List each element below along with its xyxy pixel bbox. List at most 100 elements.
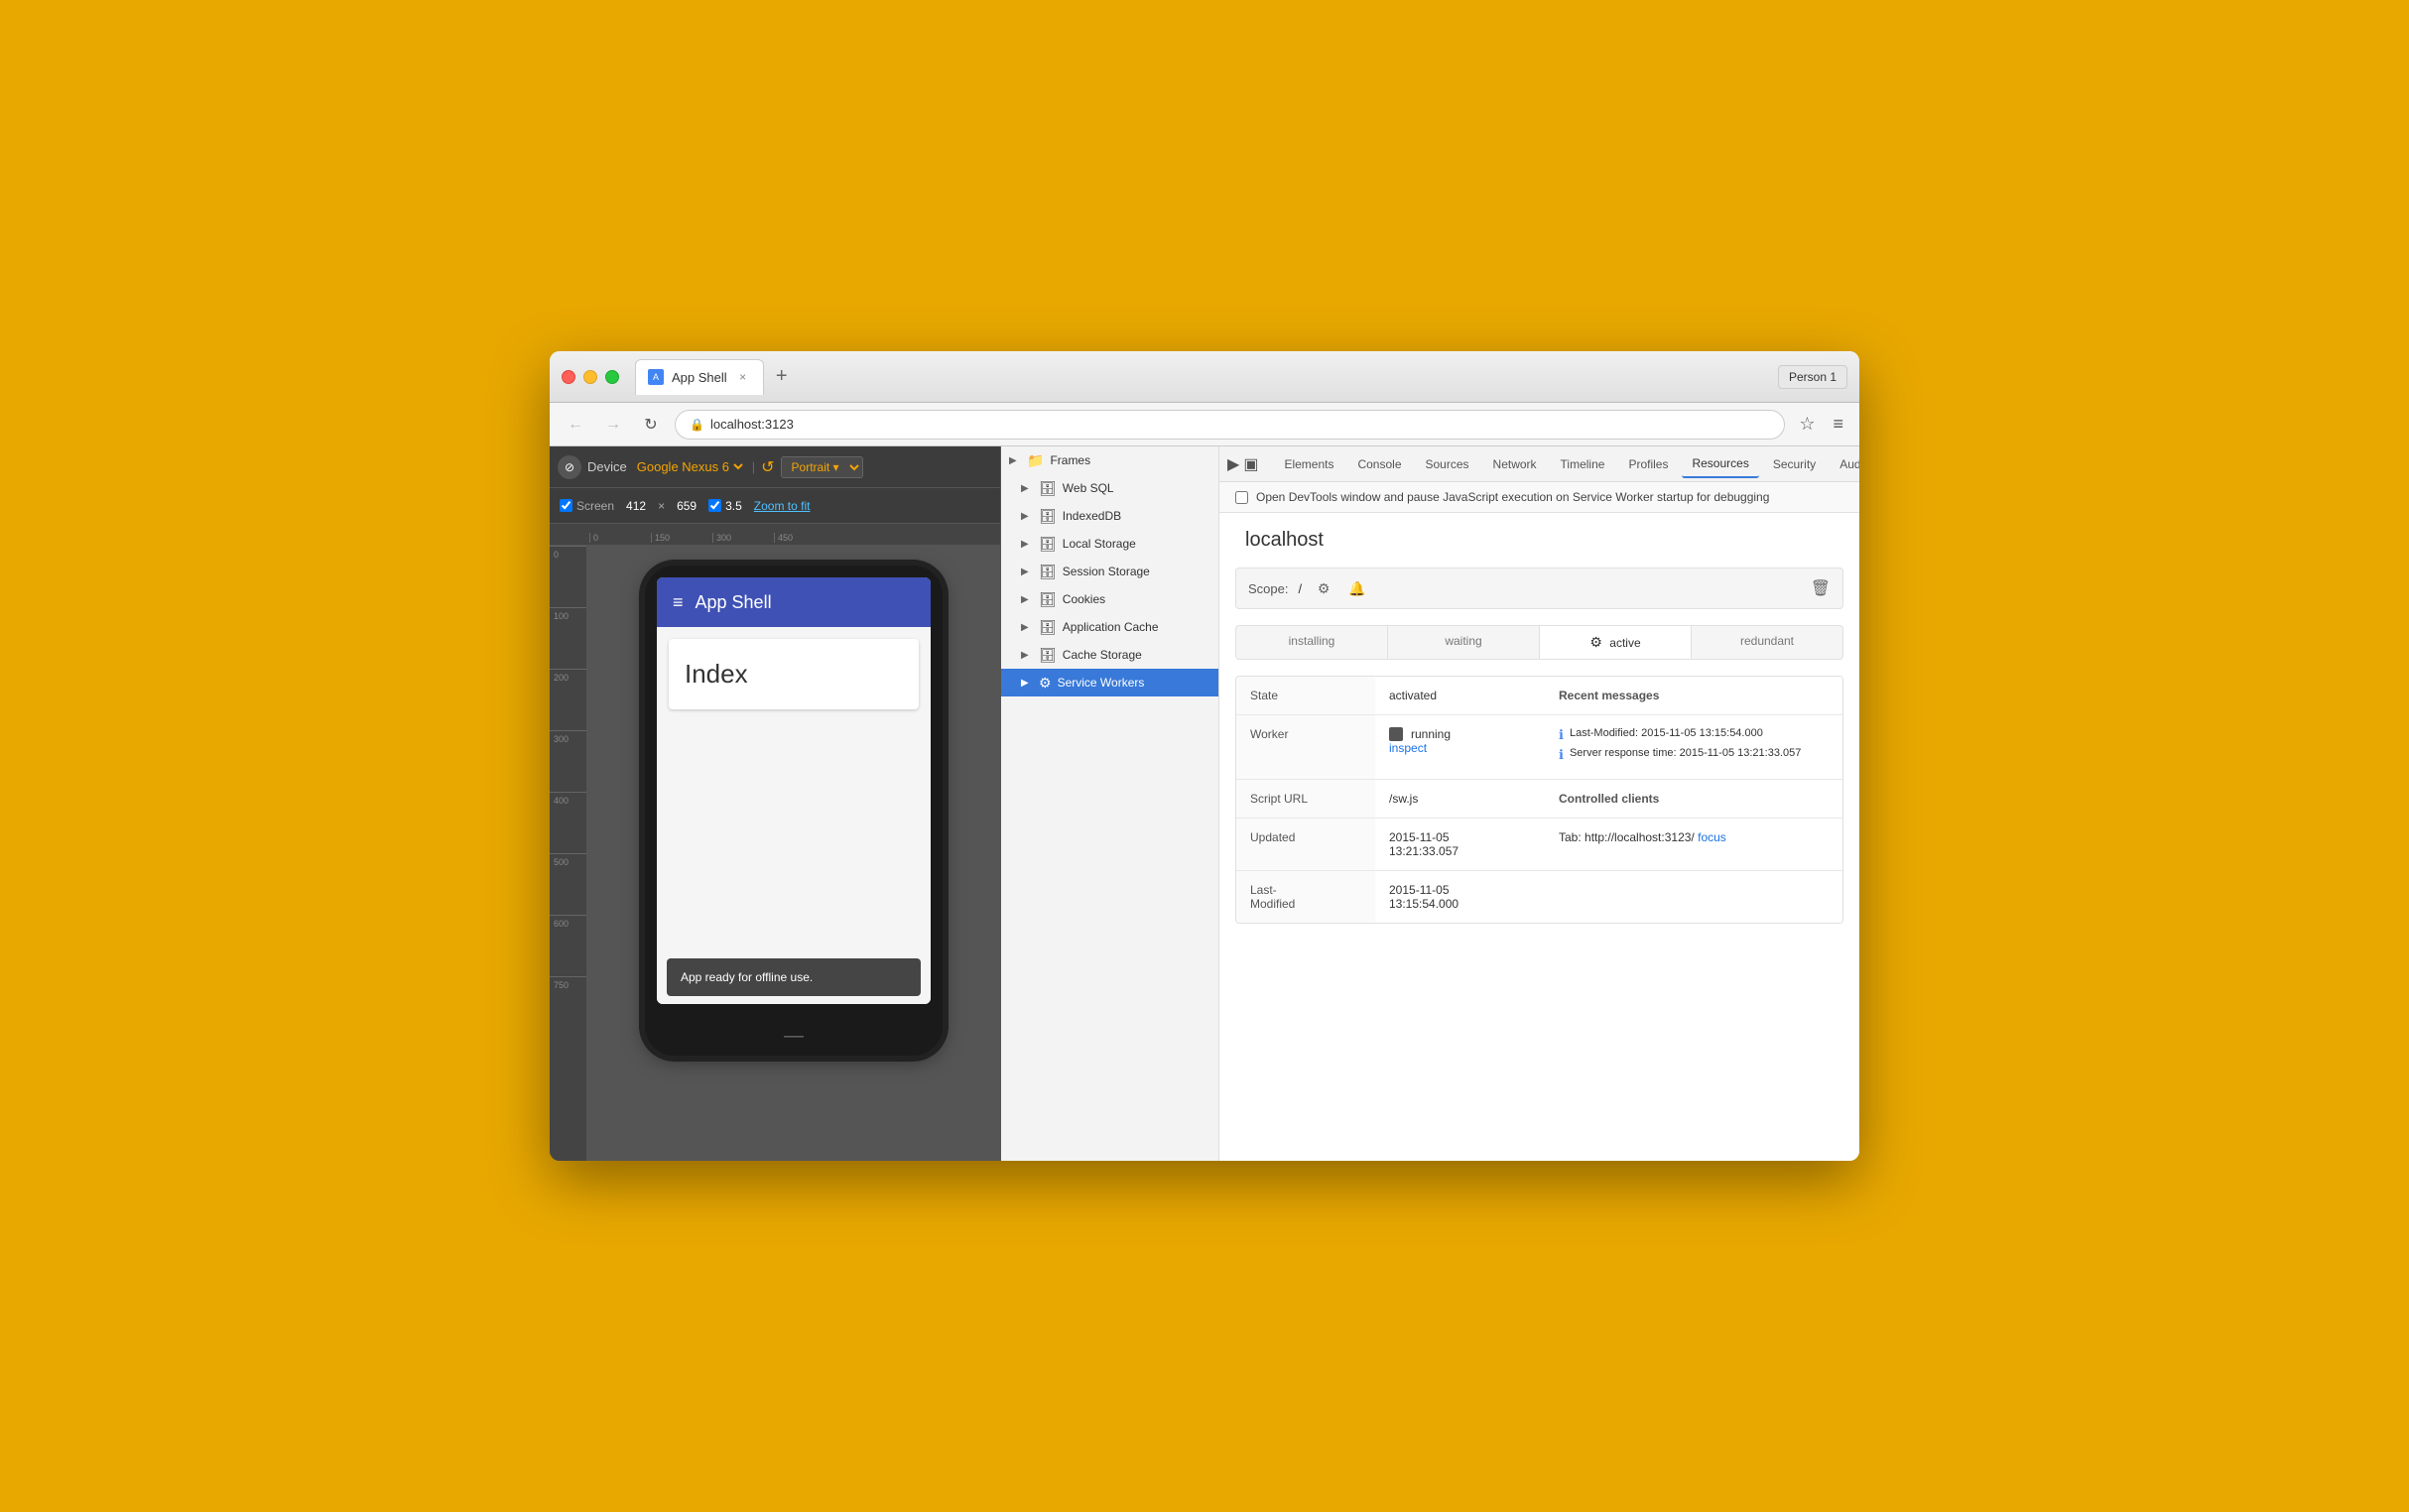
tab-resources[interactable]: Resources [1682,450,1758,478]
app-content: Index [657,627,931,1004]
tab-area: A App Shell × + [635,359,1778,395]
tab-timeline[interactable]: Timeline [1551,450,1615,478]
message-line-2: ℹ Server response time: 2015-11-05 13:21… [1559,747,1829,763]
toast-text: App ready for offline use. [681,970,813,984]
service-workers-label: Service Workers [1058,676,1145,690]
sidebar-item-cookies[interactable]: ▶ 🗄 Cookies [1001,585,1218,613]
expand-arrow-service-workers: ▶ [1021,678,1033,689]
sw-debug-checkbox[interactable] [1235,491,1248,504]
sw-settings-icon[interactable]: ⚙ [1312,576,1335,600]
tab-elements[interactable]: Elements [1274,450,1343,478]
sw-tab-active[interactable]: ⚙ active [1540,626,1692,659]
zoom-checkbox[interactable] [708,499,721,512]
sw-debug-label: Open DevTools window and pause JavaScrip… [1256,490,1769,504]
worker-inspect-link[interactable]: inspect [1389,741,1427,755]
zoom-to-fit-button[interactable]: Zoom to fit [754,499,811,513]
scope-value: / [1298,581,1302,596]
back-button[interactable]: ← [562,411,589,439]
indexeddb-label: IndexedDB [1063,509,1121,523]
device-toolbar: ⊘ Device Google Nexus 6 | ↺ Portrait ▾ [550,446,1000,488]
maximize-traffic-light[interactable] [605,370,619,384]
sidebar-item-frames[interactable]: ▶ 📁 Frames [1001,446,1218,474]
screen-checkbox[interactable] [560,499,572,512]
devtools-toolbar: ▶ ▣ Elements Console Sources Network Tim… [1219,446,1859,482]
worker-status-cell: running inspect [1375,715,1545,780]
menu-icon[interactable]: ≡ [1829,410,1847,439]
msg-icon-1: ℹ [1559,727,1564,743]
zoom-level: 3.5 [725,499,742,513]
updated-date: 2015-11-05 [1389,830,1450,844]
application-cache-icon: 🗄 [1039,619,1057,636]
expand-arrow-websql: ▶ [1021,483,1033,494]
local-storage-label: Local Storage [1063,537,1136,551]
forward-button[interactable]: → [599,411,627,439]
sw-host-title: localhost [1235,529,1843,552]
device-panel: ⊘ Device Google Nexus 6 | ↺ Portrait ▾ S… [550,446,1001,1161]
sw-notify-icon[interactable]: 🔔 [1345,576,1369,600]
state-label: State [1236,677,1375,715]
new-tab-button[interactable]: + [768,363,796,391]
phone-screen: ≡ App Shell Index App ready for offline … [657,577,931,1004]
sw-delete-icon[interactable]: 🗑 [1811,578,1831,598]
sidebar-item-indexeddb[interactable]: ▶ 🗄 IndexedDB [1001,502,1218,530]
refresh-button[interactable]: ↻ [637,411,665,439]
sidebar-item-local-storage[interactable]: ▶ 🗄 Local Storage [1001,530,1218,558]
phone-container: ≡ App Shell Index App ready for offline … [587,546,1000,1161]
worker-stop-button[interactable] [1389,727,1403,741]
device-refresh-icon[interactable]: ↺ [761,457,774,477]
phone-frame: ≡ App Shell Index App ready for offline … [645,566,943,1056]
orientation-selector[interactable]: Portrait ▾ [781,456,863,478]
scope-label: Scope: [1248,581,1288,596]
tab-security[interactable]: Security [1763,450,1826,478]
sidebar-item-service-workers[interactable]: ▶ ⚙ Service Workers [1001,669,1218,696]
ruler-mark-v0: 0 [550,546,586,607]
sidebar-item-session-storage[interactable]: ▶ 🗄 Session Storage [1001,558,1218,585]
url-text: localhost:3123 [710,417,794,432]
application-cache-label: Application Cache [1063,620,1159,634]
ruler-mark-v300: 300 [550,730,586,792]
sw-tab-waiting[interactable]: waiting [1388,626,1540,659]
state-value: activated [1375,677,1545,715]
screen-height: 659 [677,499,697,513]
app-header: ≡ App Shell [657,577,931,627]
expand-arrow-cache-storage: ▶ [1021,650,1033,661]
sidebar-item-cache-storage[interactable]: ▶ 🗄 Cache Storage [1001,641,1218,669]
last-modified-value: 2015-11-05 13:15:54.000 [1375,871,1545,923]
bookmark-icon[interactable]: ☆ [1795,410,1819,439]
device-label: Device [587,459,627,474]
tab-profiles[interactable]: Profiles [1618,450,1678,478]
screen-info-bar: Screen 412 × 659 3.5 Zoom to fit [550,488,1000,524]
address-input[interactable]: 🔒 localhost:3123 [675,410,1785,440]
service-workers-icon: ⚙ [1039,675,1052,692]
resources-sidebar: ▶ 📁 Frames ▶ 🗄 Web SQL ▶ 🗄 IndexedDB ▶ 🗄… [1001,446,1219,1161]
minimize-traffic-light[interactable] [583,370,597,384]
phone-bottom-bar: — [645,1016,943,1056]
sidebar-item-application-cache[interactable]: ▶ 🗄 Application Cache [1001,613,1218,641]
worker-status: running [1389,727,1531,741]
sw-tab-redundant[interactable]: redundant [1692,626,1842,659]
toast-notification: App ready for offline use. [667,958,921,996]
indexeddb-icon: 🗄 [1039,508,1057,525]
device-selector[interactable]: Google Nexus 6 [633,458,746,475]
tab-close-button[interactable]: × [735,369,751,385]
close-traffic-light[interactable] [562,370,575,384]
sw-details-grid: State activated Recent messages Worker r… [1235,676,1843,924]
client-focus-link[interactable]: focus [1698,830,1726,844]
tab-network[interactable]: Network [1483,450,1547,478]
updated-label: Updated [1236,819,1375,871]
cursor-tool-icon[interactable]: ▶ [1227,450,1239,478]
profile-button[interactable]: Person 1 [1778,365,1847,389]
last-modified-time: 13:15:54.000 [1389,897,1458,911]
msg-icon-2: ℹ [1559,747,1564,763]
controlled-clients-header: Controlled clients [1545,780,1842,819]
tab-sources[interactable]: Sources [1416,450,1479,478]
tab-audits[interactable]: Audits [1830,450,1859,478]
tab-console[interactable]: Console [1347,450,1411,478]
sidebar-item-websql[interactable]: ▶ 🗄 Web SQL [1001,474,1218,502]
sw-tab-installing[interactable]: installing [1236,626,1388,659]
message-line-1-cell: ℹ Last-Modified: 2015-11-05 13:15:54.000… [1545,715,1842,780]
browser-tab[interactable]: A App Shell × [635,359,764,395]
mobile-device-icon[interactable]: ▣ [1243,450,1258,478]
frames-label: Frames [1050,453,1090,467]
tab-title: App Shell [672,370,727,385]
